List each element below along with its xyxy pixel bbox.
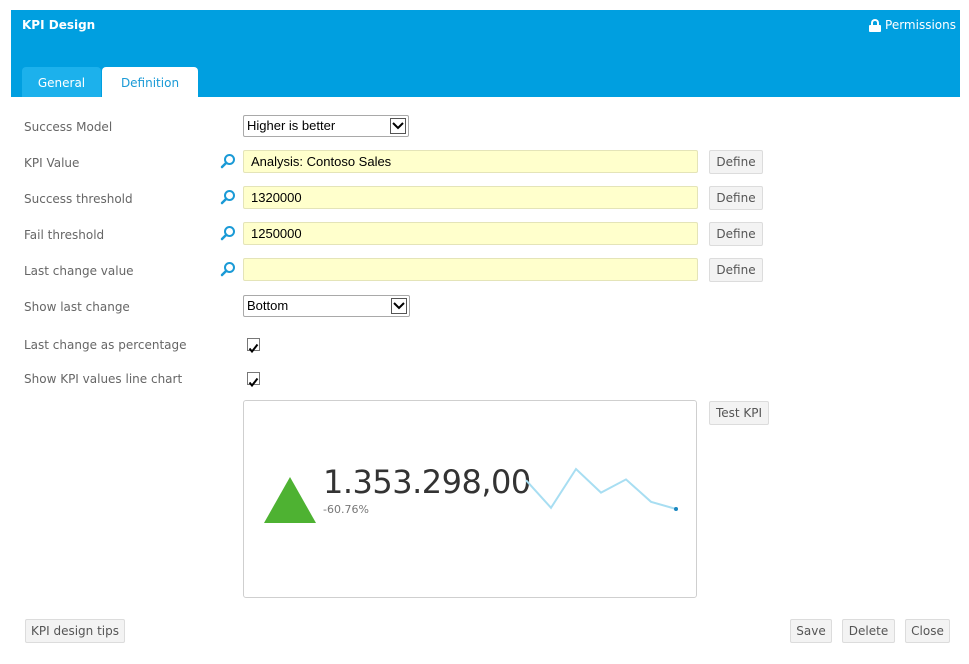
search-icon[interactable] bbox=[220, 153, 236, 169]
kpi-design-tips-button[interactable]: KPI design tips bbox=[25, 619, 125, 643]
up-triangle-icon bbox=[264, 477, 316, 523]
last-change-percentage-label: Last change as percentage bbox=[24, 338, 187, 352]
delete-button[interactable]: Delete bbox=[842, 619, 895, 643]
show-last-change-select[interactable]: Bottom bbox=[243, 295, 410, 317]
kpi-preview-panel: 1.353.298,00 -60.76% bbox=[243, 400, 697, 598]
kpi-preview-value: 1.353.298,00 bbox=[323, 463, 531, 501]
sparkline-series-line bbox=[525, 467, 677, 510]
show-last-change-label: Show last change bbox=[24, 300, 130, 314]
fail-threshold-input[interactable]: 1250000 bbox=[243, 222, 698, 245]
dialog-title: KPI Design bbox=[22, 18, 96, 32]
close-button[interactable]: Close bbox=[905, 619, 950, 643]
show-line-chart-label: Show KPI values line chart bbox=[24, 372, 183, 386]
checkmark-icon bbox=[248, 377, 259, 388]
kpi-value-define-button[interactable]: Define bbox=[709, 150, 763, 174]
search-icon[interactable] bbox=[220, 225, 236, 241]
success-threshold-label: Success threshold bbox=[24, 192, 133, 206]
tab-definition[interactable]: Definition bbox=[102, 67, 198, 97]
success-threshold-define-button[interactable]: Define bbox=[709, 186, 763, 210]
fail-threshold-label: Fail threshold bbox=[24, 228, 105, 242]
search-icon[interactable] bbox=[220, 261, 236, 277]
kpi-value-label: KPI Value bbox=[24, 156, 80, 170]
kpi-sparkline bbox=[525, 467, 678, 511]
chevron-down-icon bbox=[391, 298, 407, 314]
last-change-value-input[interactable] bbox=[243, 258, 698, 281]
show-last-change-value: Bottom bbox=[247, 298, 289, 313]
kpi-preview-change: -60.76% bbox=[323, 503, 369, 516]
last-change-percentage-checkbox[interactable] bbox=[247, 338, 260, 354]
show-line-chart-checkbox[interactable] bbox=[247, 372, 260, 388]
permissions-label: Permissions bbox=[885, 18, 956, 32]
sparkline-end-point bbox=[674, 507, 678, 511]
last-change-value-label: Last change value bbox=[24, 264, 134, 278]
fail-threshold-define-button[interactable]: Define bbox=[709, 222, 763, 246]
success-model-label: Success Model bbox=[24, 120, 113, 134]
search-icon[interactable] bbox=[220, 189, 236, 205]
checkmark-icon bbox=[248, 343, 259, 354]
success-model-value: Higher is better bbox=[247, 118, 336, 133]
test-kpi-button[interactable]: Test KPI bbox=[709, 401, 769, 425]
chevron-down-icon bbox=[390, 118, 406, 134]
tab-general[interactable]: General bbox=[22, 67, 101, 97]
success-model-select[interactable]: Higher is better bbox=[243, 115, 409, 137]
header-bar: KPI Design Permissions General Definitio… bbox=[11, 10, 960, 97]
permissions-button[interactable]: Permissions bbox=[869, 18, 956, 32]
save-button[interactable]: Save bbox=[790, 619, 832, 643]
last-change-value-define-button[interactable]: Define bbox=[709, 258, 763, 282]
kpi-value-input[interactable]: Analysis: Contoso Sales bbox=[243, 150, 698, 173]
success-threshold-input[interactable]: 1320000 bbox=[243, 186, 698, 209]
lock-icon bbox=[869, 18, 882, 32]
